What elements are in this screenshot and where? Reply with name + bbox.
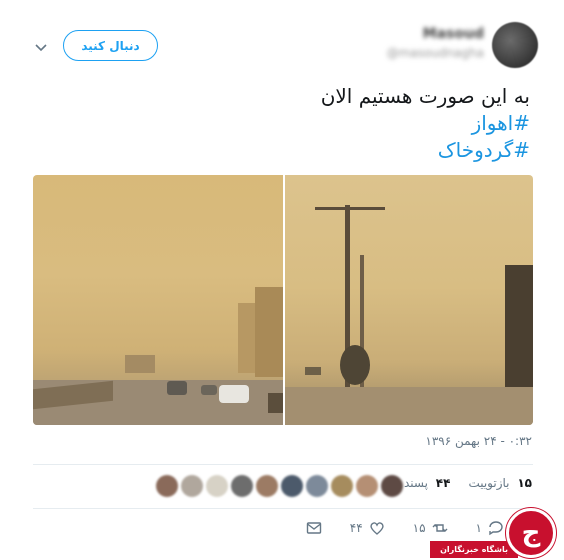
likers-avatars xyxy=(156,475,403,497)
follow-button[interactable]: دنبال کنید xyxy=(63,30,158,61)
liker-avatar[interactable] xyxy=(381,475,403,497)
likes-stat[interactable]: ۴۴ پسند xyxy=(404,476,450,490)
tweet-stats: ۱۵ بازتوییت ۴۴ پسند xyxy=(404,476,532,490)
watermark-logo: باشگاه خبرنگاران ج xyxy=(430,508,564,560)
liker-avatar[interactable] xyxy=(181,475,203,497)
retweet-count: ۱۵ xyxy=(412,521,426,535)
author-name-block[interactable]: Masoud @masoudnagha xyxy=(387,26,484,60)
likes-label: پسند xyxy=(403,476,428,490)
retweets-stat[interactable]: ۱۵ بازتوییت xyxy=(468,476,532,490)
liker-avatar[interactable] xyxy=(331,475,353,497)
retweets-count: ۱۵ xyxy=(517,476,532,490)
like-action[interactable]: ۴۴ xyxy=(350,520,385,536)
watermark-ribbon: باشگاه خبرنگاران xyxy=(430,541,518,558)
author-handle[interactable]: @masoudnagha xyxy=(387,46,484,60)
divider-top xyxy=(33,464,533,465)
liker-avatar[interactable] xyxy=(281,475,303,497)
liker-avatar[interactable] xyxy=(156,475,178,497)
liker-avatar[interactable] xyxy=(356,475,378,497)
tweet-text: به این صورت هستیم الان #اهواز #گردوخاک xyxy=(40,83,530,164)
liker-avatar[interactable] xyxy=(231,475,253,497)
message-action[interactable] xyxy=(306,520,322,536)
heart-icon[interactable] xyxy=(369,520,385,536)
watermark-emblem: ج xyxy=(506,508,556,558)
tweet-header: دنبال کنید Masoud @masoudnagha xyxy=(0,18,564,78)
photo-dusty-street[interactable] xyxy=(283,175,533,425)
likes-count: ۴۴ xyxy=(435,476,451,490)
tweet-body: به این صورت هستیم الان xyxy=(320,84,530,108)
liker-avatar[interactable] xyxy=(206,475,228,497)
message-icon[interactable] xyxy=(306,520,322,536)
liker-avatar[interactable] xyxy=(306,475,328,497)
author-avatar[interactable] xyxy=(492,22,538,68)
chevron-down-icon[interactable] xyxy=(34,40,48,54)
like-count: ۴۴ xyxy=(349,521,363,535)
hashtag-ahvaz[interactable]: #اهواز xyxy=(40,110,530,137)
hashtag-dust[interactable]: #گردوخاک xyxy=(40,137,530,164)
retweets-label: بازتوییت xyxy=(468,476,510,490)
author-display-name[interactable]: Masoud xyxy=(387,26,484,42)
liker-avatar[interactable] xyxy=(256,475,278,497)
tweet-media[interactable] xyxy=(33,175,533,425)
tweet-timestamp[interactable]: ۰:۳۲ - ۲۴ بهمن ۱۳۹۶ xyxy=(425,434,532,448)
photo-dusty-road[interactable] xyxy=(33,175,283,425)
